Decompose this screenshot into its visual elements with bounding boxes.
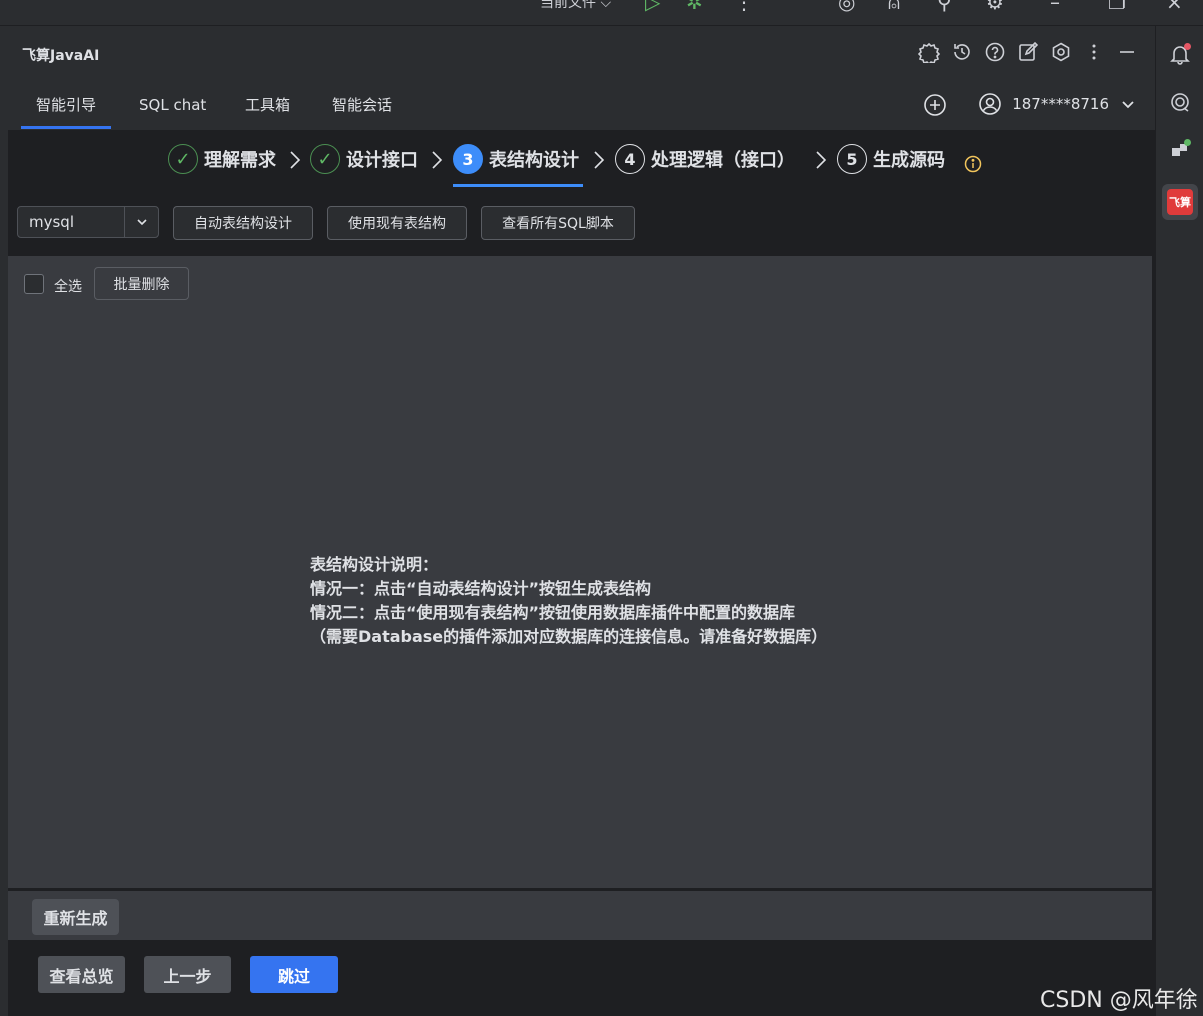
tab-sql-chat[interactable]: SQL chat <box>139 82 206 128</box>
tab-toolbox[interactable]: 工具箱 <box>245 82 290 128</box>
notification-badge <box>1184 43 1191 50</box>
minimize-icon <box>1120 51 1134 53</box>
help-button[interactable] <box>983 40 1007 64</box>
settings-button[interactable] <box>1049 40 1073 64</box>
use-existing-tables-button[interactable]: 使用现有表结构 <box>327 206 467 240</box>
edit-button[interactable] <box>1016 40 1040 64</box>
new-session-button[interactable] <box>922 92 948 118</box>
guide-content: ✓ 理解需求 ✓ 设计接口 3 表结构设计 4 处理逻辑（接口） 5 生成源码 … <box>8 130 1155 1016</box>
run-target-selector[interactable]: 当前文件 ⌵ <box>540 0 611 12</box>
table-design-toolbar: mysql 自动表结构设计 使用现有表结构 查看所有SQL脚本 <box>8 192 1155 256</box>
notifications-button[interactable] <box>1162 36 1198 72</box>
help-icon <box>985 42 1005 62</box>
instructions-title: 表结构设计说明： <box>310 555 439 574</box>
view-all-sql-button[interactable]: 查看所有SQL脚本 <box>481 206 635 240</box>
step-label: 表结构设计 <box>489 150 579 171</box>
gear-sync-button[interactable] <box>917 40 941 64</box>
user-avatar-icon <box>979 93 1001 115</box>
close-window-icon[interactable]: × <box>1166 0 1183 14</box>
run-target-label: 当前文件 <box>540 0 596 11</box>
panel-header-actions <box>917 40 1139 64</box>
hexagon-settings-icon <box>1052 42 1070 62</box>
database-type-select[interactable]: mysql <box>17 206 159 238</box>
ide-title-bar: 当前文件 ⌵ ▷ ✲ ⋮ ◎ ⍝ ⚲ ⚙ – ❐ × <box>0 0 1203 26</box>
watermark: CSDN @风年徐 <box>1040 988 1198 1013</box>
add-user-icon[interactable]: ⍝ <box>888 0 900 14</box>
edit-icon <box>1019 41 1039 61</box>
step-understand-requirements[interactable]: ✓ 理解需求 <box>168 144 276 174</box>
select-arrow <box>124 207 158 237</box>
chevron-right-icon <box>432 151 443 169</box>
chat-spiral-icon <box>1171 93 1189 112</box>
panel-more-button[interactable] <box>1082 40 1106 64</box>
panel-title: 飞算JavaAI <box>22 48 100 64</box>
chevron-right-icon <box>290 151 301 169</box>
select-all-checkbox[interactable] <box>24 274 44 294</box>
history-icon <box>954 44 970 60</box>
instructions-note: （需要Database的插件添加对应数据库的连接信息。请准备好数据库） <box>310 627 828 646</box>
history-button[interactable] <box>950 40 974 64</box>
step-number-badge: 4 <box>615 144 645 174</box>
gear-sync-icon <box>918 42 940 63</box>
step-label: 处理逻辑（接口） <box>651 150 795 171</box>
table-design-instructions: 表结构设计说明： 情况一：点击“自动表结构设计”按钮生成表结构 情况二：点击“使… <box>310 553 827 649</box>
active-tab-indicator <box>21 126 111 129</box>
settings-icon[interactable]: ⚙ <box>986 0 1004 14</box>
panel-tabs: 智能引导 SQL chat 工具箱 智能会话 187****8716 <box>8 82 1155 130</box>
info-icon[interactable] <box>963 154 983 174</box>
step-label: 理解需求 <box>204 150 276 171</box>
previous-step-button[interactable]: 上一步 <box>144 956 231 993</box>
auto-table-design-button[interactable]: 自动表结构设计 <box>173 206 313 240</box>
ai-assistant-icon[interactable]: ◎ <box>838 0 855 14</box>
chevron-right-icon <box>816 151 827 169</box>
step-table-design[interactable]: 3 表结构设计 <box>453 144 579 174</box>
right-tool-strip: 飞算 <box>1155 26 1203 1016</box>
step-done-check-icon: ✓ <box>310 144 340 174</box>
run-icon[interactable]: ▷ <box>645 0 660 14</box>
step-label: 生成源码 <box>873 150 945 171</box>
step-number-badge: 3 <box>453 144 483 174</box>
step-generate-source[interactable]: 5 生成源码 <box>837 144 945 174</box>
table-list-area: 全选 批量删除 表结构设计说明： 情况一：点击“自动表结构设计”按钮生成表结构 … <box>8 256 1152 888</box>
plus-circle-icon <box>924 94 946 116</box>
instructions-case-two: 情况二：点击“使用现有表结构”按钮使用数据库插件中配置的数据库 <box>310 603 796 622</box>
chevron-right-icon <box>594 151 605 169</box>
feisuan-tool-button[interactable]: 飞算 <box>1162 184 1198 220</box>
ai-chat-button[interactable] <box>1162 84 1198 120</box>
account-menu[interactable]: 187****8716 <box>978 92 1137 116</box>
view-overview-button[interactable]: 查看总览 <box>38 956 125 993</box>
step-done-check-icon: ✓ <box>168 144 198 174</box>
account-phone: 187****8716 <box>1012 95 1109 113</box>
feisuan-logo-icon: 飞算 <box>1167 189 1193 215</box>
panel-header: 飞算JavaAI <box>8 26 1155 82</box>
search-icon[interactable]: ⚲ <box>937 0 952 14</box>
instructions-case-one: 情况一：点击“自动表结构设计”按钮生成表结构 <box>310 579 652 598</box>
step-number-badge: 5 <box>837 144 867 174</box>
minimize-window-icon[interactable]: – <box>1050 0 1060 14</box>
step-process-logic[interactable]: 4 处理逻辑（接口） <box>615 144 795 174</box>
left-gutter <box>0 26 8 1016</box>
more-icon[interactable]: ⋮ <box>734 0 754 14</box>
regenerate-button[interactable]: 重新生成 <box>32 899 119 935</box>
plugin-button[interactable] <box>1162 132 1198 168</box>
feisuan-panel: 飞算JavaAI 智能引导 SQL chat 工具箱 智能会话 187****8… <box>8 26 1155 1016</box>
plugin-status-dot <box>1184 139 1191 146</box>
chevron-down-icon <box>136 219 147 226</box>
current-step-indicator <box>453 184 583 187</box>
step-label: 设计接口 <box>346 150 418 171</box>
step-progress: ✓ 理解需求 ✓ 设计接口 3 表结构设计 4 处理逻辑（接口） 5 生成源码 <box>8 130 1155 192</box>
restore-window-icon[interactable]: ❐ <box>1108 0 1126 14</box>
tab-smart-guide[interactable]: 智能引导 <box>36 82 96 128</box>
select-all-label: 全选 <box>54 279 82 295</box>
regenerate-bar: 重新生成 <box>8 890 1152 940</box>
tab-smart-chat[interactable]: 智能会话 <box>332 82 392 128</box>
step-design-api[interactable]: ✓ 设计接口 <box>310 144 418 174</box>
panel-minimize-button[interactable] <box>1115 40 1139 64</box>
chevron-down-icon <box>1122 101 1134 109</box>
skip-button[interactable]: 跳过 <box>250 956 338 993</box>
batch-delete-button[interactable]: 批量删除 <box>94 267 189 300</box>
database-type-value: mysql <box>29 213 74 231</box>
debug-icon[interactable]: ✲ <box>686 0 703 14</box>
vertical-dots-icon <box>1092 44 1096 60</box>
